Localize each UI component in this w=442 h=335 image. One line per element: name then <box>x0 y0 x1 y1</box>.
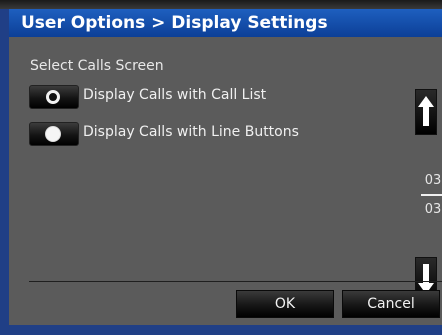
pager-divider <box>421 194 442 196</box>
ok-button[interactable]: OK <box>236 290 334 318</box>
radio-unselected-icon <box>46 90 60 104</box>
scroll-up-button[interactable] <box>415 89 437 135</box>
page-title: User Options > Display Settings <box>21 13 328 33</box>
dialog-frame: User Options > Display Settings Select C… <box>0 0 442 335</box>
title-bar: User Options > Display Settings <box>9 9 442 37</box>
option-label: Display Calls with Line Buttons <box>83 124 299 140</box>
settings-panel: Select Calls Screen Display Calls with C… <box>9 37 442 325</box>
cancel-button[interactable]: Cancel <box>342 290 440 318</box>
footer-divider <box>29 281 442 282</box>
option-line-buttons[interactable]: Display Calls with Line Buttons <box>29 120 329 146</box>
arrow-up-icon <box>418 96 434 126</box>
page-total: 03 <box>424 202 442 217</box>
radio-button-call-list[interactable] <box>29 85 79 109</box>
option-label: Display Calls with Call List <box>83 87 267 103</box>
section-heading: Select Calls Screen <box>30 58 164 74</box>
top-strip <box>0 0 442 9</box>
option-call-list[interactable]: Display Calls with Call List <box>29 83 329 109</box>
radio-button-line-buttons[interactable] <box>29 122 79 146</box>
bottom-edge <box>9 325 442 335</box>
page-current: 03 <box>424 173 442 188</box>
radio-selected-icon <box>45 126 61 142</box>
